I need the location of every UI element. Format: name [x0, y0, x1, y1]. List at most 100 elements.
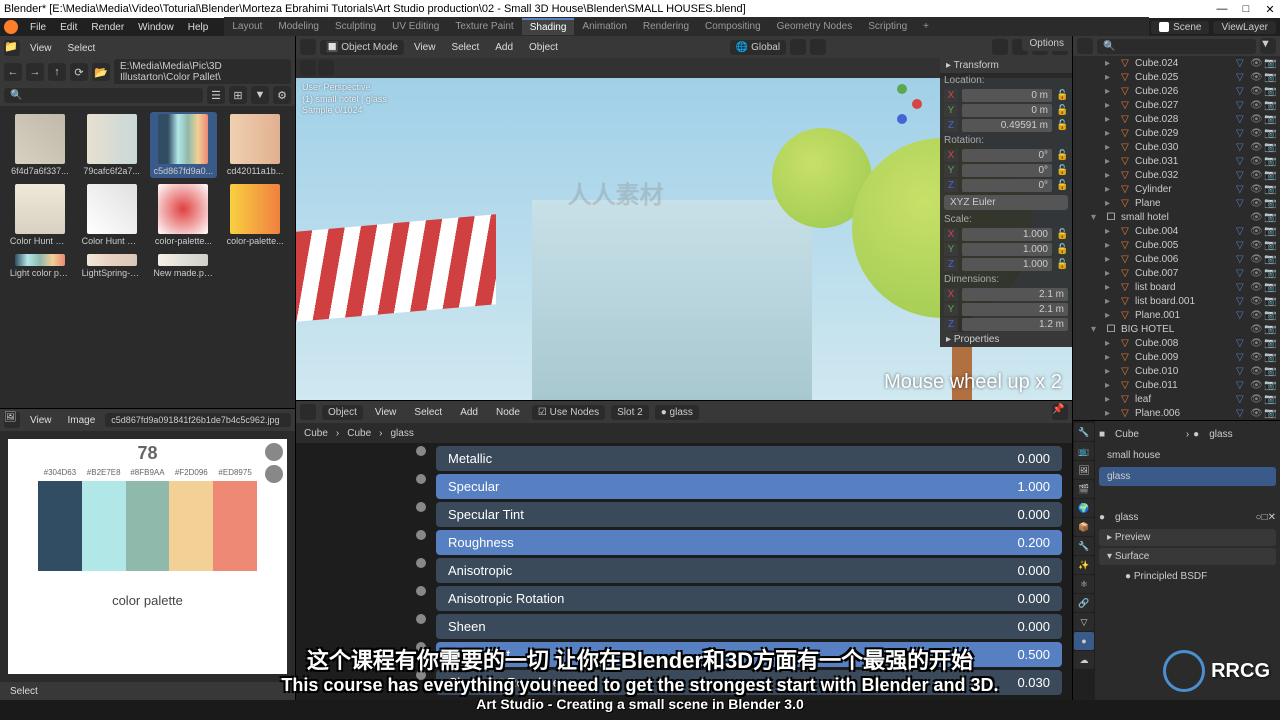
workspace-layout[interactable]: Layout [224, 19, 270, 34]
render-toggle-icon[interactable]: 📷 [1264, 72, 1276, 83]
node-socket-icon[interactable] [416, 614, 426, 624]
file-item[interactable]: Color Hunt Pa... [78, 182, 146, 248]
shader-property-row[interactable]: Sheen Tint0.500 [436, 642, 1062, 667]
disclosure-icon[interactable]: ▸ [1105, 240, 1115, 251]
snap-icon[interactable] [790, 39, 806, 55]
disclosure-icon[interactable]: ▸ [1105, 170, 1115, 181]
render-toggle-icon[interactable]: 📷 [1264, 324, 1276, 335]
shading-wireframe-icon[interactable] [992, 39, 1008, 55]
vp-menu-object[interactable]: Object [523, 42, 564, 53]
settings-icon[interactable]: ⚙ [273, 86, 291, 104]
outliner-item[interactable]: ▸▽Cube.025▽👁📷 [1073, 70, 1280, 84]
render-toggle-icon[interactable]: 📷 [1264, 114, 1276, 125]
material-slot-1[interactable]: glass [1099, 467, 1276, 486]
visibility-toggle-icon[interactable]: 👁 [1250, 324, 1262, 335]
filter-button[interactable]: ▼ [251, 86, 269, 104]
visibility-toggle-icon[interactable]: 👁 [1250, 296, 1262, 307]
file-item[interactable]: Light color pa... [6, 252, 74, 280]
lock-icon[interactable]: 🔓 [1056, 244, 1068, 255]
zoom-tool-icon[interactable] [265, 443, 283, 461]
visibility-toggle-icon[interactable]: 👁 [1250, 408, 1262, 419]
use-nodes-toggle[interactable]: ☑ Use Nodes [532, 405, 605, 420]
image-canvas[interactable]: 78 #304D63#B2E7E8#8FB9AA#F2D096#ED8975 c… [8, 439, 287, 674]
disclosure-icon[interactable]: ▸ [1105, 198, 1115, 209]
location-x[interactable]: 0 m [962, 89, 1052, 102]
menu-window[interactable]: Window [132, 22, 180, 33]
ne-menu-add[interactable]: Add [454, 407, 484, 418]
render-toggle-icon[interactable]: 📷 [1264, 156, 1276, 167]
outliner-item[interactable]: ▸▽Cube.027▽👁📷 [1073, 98, 1280, 112]
material-slot-0[interactable]: small house [1099, 446, 1276, 465]
props-tab-texture[interactable]: ☁ [1074, 651, 1094, 669]
render-toggle-icon[interactable]: 📷 [1264, 226, 1276, 237]
workspace-modeling[interactable]: Modeling [270, 19, 327, 34]
workspace-texture-paint[interactable]: Texture Paint [447, 19, 521, 34]
outliner-item[interactable]: ▸▽Cube.006▽👁📷 [1073, 252, 1280, 266]
node-socket-icon[interactable] [416, 642, 426, 652]
render-toggle-icon[interactable]: 📷 [1264, 128, 1276, 139]
outliner-item[interactable]: ▸▽Cube.007▽👁📷 [1073, 266, 1280, 280]
render-toggle-icon[interactable]: 📷 [1264, 254, 1276, 265]
disclosure-icon[interactable]: ▸ [1105, 296, 1115, 307]
outliner-item[interactable]: ▸▽list board▽👁📷 [1073, 280, 1280, 294]
outliner-item[interactable]: ▸▽Cube.008▽👁📷 [1073, 336, 1280, 350]
render-toggle-icon[interactable]: 📷 [1264, 198, 1276, 209]
workspace-uv-editing[interactable]: UV Editing [384, 19, 447, 34]
visibility-toggle-icon[interactable]: 👁 [1250, 366, 1262, 377]
node-socket-icon[interactable] [416, 558, 426, 568]
vp-menu-view[interactable]: View [408, 42, 442, 53]
annotate-tool-icon[interactable] [265, 465, 283, 483]
node-socket-icon[interactable] [416, 586, 426, 596]
lock-icon[interactable]: 🔓 [1056, 120, 1068, 131]
file-item[interactable]: c5d867fd9a0... [150, 112, 218, 178]
node-socket-icon[interactable] [416, 502, 426, 512]
outliner-item[interactable]: ▸▽Cube.004▽👁📷 [1073, 224, 1280, 238]
outliner-item[interactable]: ▸▽Plane▽👁📷 [1073, 196, 1280, 210]
shader-property-row[interactable]: Sheen0.000 [436, 614, 1062, 639]
lock-icon[interactable]: 🔓 [1056, 259, 1068, 270]
transform-section-header[interactable]: ▸ Transform [940, 58, 1072, 73]
properties-section-header[interactable]: ▸ Properties [940, 332, 1072, 347]
disclosure-icon[interactable]: ▸ [1105, 72, 1115, 83]
outliner-item[interactable]: ▸▽Plane.006▽👁📷 [1073, 406, 1280, 420]
shader-property-row[interactable]: Specular Tint0.000 [436, 502, 1062, 527]
menu-file[interactable]: File [24, 22, 52, 33]
shader-editor-icon[interactable] [300, 404, 316, 420]
scale-x[interactable]: 1.000 [962, 228, 1052, 241]
scale-z[interactable]: 1.000 [962, 258, 1052, 271]
visibility-toggle-icon[interactable]: 👁 [1250, 100, 1262, 111]
render-toggle-icon[interactable]: 📷 [1264, 170, 1276, 181]
display-list-button[interactable]: ☰ [207, 86, 225, 104]
minimize-button[interactable]: — [1216, 3, 1228, 16]
visibility-toggle-icon[interactable]: 👁 [1250, 170, 1262, 181]
disclosure-icon[interactable]: ▸ [1105, 86, 1115, 97]
outliner-item[interactable]: ▸▽Cube.032▽👁📷 [1073, 168, 1280, 182]
viewport-editor-icon[interactable] [300, 39, 316, 55]
visibility-toggle-icon[interactable]: 👁 [1250, 212, 1262, 223]
disclosure-icon[interactable]: ▸ [1105, 310, 1115, 321]
workspace-geometry-nodes[interactable]: Geometry Nodes [769, 19, 861, 34]
display-grid-button[interactable]: ⊞ [229, 86, 247, 104]
tool-cursor-icon[interactable] [300, 60, 316, 76]
outliner-item[interactable]: ▸▽Cube.010▽👁📷 [1073, 364, 1280, 378]
shader-property-row[interactable]: Anisotropic0.000 [436, 558, 1062, 583]
outliner-item[interactable]: ▸▽Cube.011▽👁📷 [1073, 378, 1280, 392]
disclosure-icon[interactable]: ▸ [1105, 394, 1115, 405]
render-toggle-icon[interactable]: 📷 [1264, 310, 1276, 321]
disclosure-icon[interactable]: ▸ [1105, 408, 1115, 419]
visibility-toggle-icon[interactable]: 👁 [1250, 240, 1262, 251]
node-socket-icon[interactable] [416, 530, 426, 540]
rotation-y[interactable]: 0° [962, 164, 1052, 177]
visibility-toggle-icon[interactable]: 👁 [1250, 282, 1262, 293]
visibility-toggle-icon[interactable]: 👁 [1250, 226, 1262, 237]
props-tab-physics[interactable]: ⚛ [1074, 575, 1094, 593]
preview-section[interactable]: ▸ Preview [1099, 529, 1276, 546]
visibility-toggle-icon[interactable]: 👁 [1250, 184, 1262, 195]
disclosure-icon[interactable]: ▸ [1105, 128, 1115, 139]
menu-help[interactable]: Help [182, 22, 215, 33]
outliner-search[interactable]: 🔍 [1097, 39, 1256, 54]
lock-icon[interactable]: 🔓 [1056, 180, 1068, 191]
disclosure-icon[interactable]: ▸ [1105, 352, 1115, 363]
vp-menu-select[interactable]: Select [445, 42, 485, 53]
rotation-z[interactable]: 0° [962, 179, 1052, 192]
